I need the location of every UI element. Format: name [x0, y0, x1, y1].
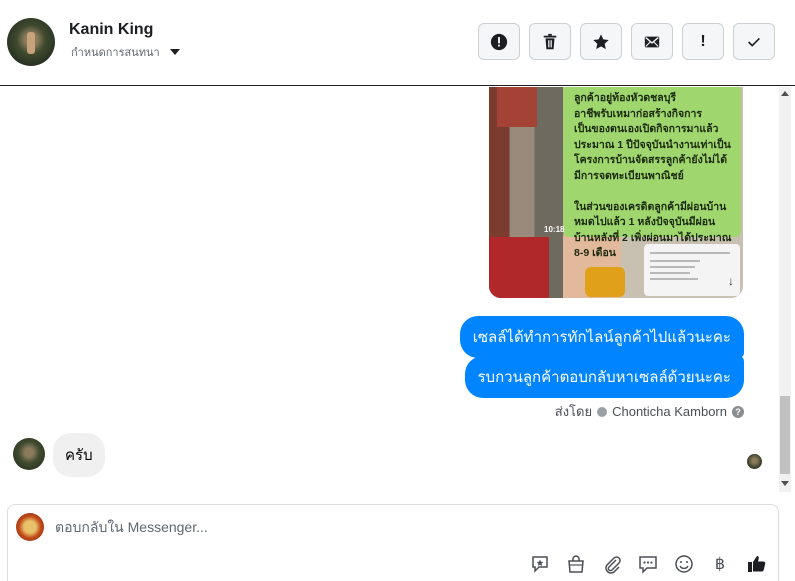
image-detail	[489, 237, 549, 298]
arrow-down-icon: ↓	[728, 274, 734, 288]
mark-spam-button[interactable]	[478, 23, 520, 60]
trash-icon	[543, 33, 557, 49]
payment-button[interactable]: ฿	[709, 553, 731, 575]
image-card-line	[650, 266, 695, 268]
sender-name[interactable]: Chonticha Kamborn	[612, 404, 727, 419]
alert-circle-icon	[490, 33, 508, 50]
page-avatar	[16, 513, 44, 541]
image-detail	[497, 87, 537, 127]
caret-down-icon	[169, 49, 180, 55]
attach-button[interactable]	[601, 553, 623, 575]
follow-up-button[interactable]: !	[682, 23, 724, 60]
image-detail	[585, 267, 625, 297]
image-attachment[interactable]: ลูกค้าอยู่ท้องหัวดชลบุรี อาชีพรับเหมาก่อ…	[489, 87, 743, 298]
baht-icon: ฿	[714, 556, 726, 573]
saved-reply-icon	[532, 556, 548, 573]
scroll-thumb[interactable]	[780, 396, 790, 474]
mail-icon	[644, 36, 660, 47]
outgoing-message[interactable]: เซลล์ได้ทำการทักไลน์ลูกค้าไปแล้วนะคะ	[459, 316, 744, 358]
reply-input[interactable]	[55, 519, 655, 535]
scroll-up-arrow-icon[interactable]	[781, 91, 789, 96]
star-icon	[593, 33, 609, 49]
image-card-line	[650, 278, 698, 280]
conversation-label-dropdown[interactable]: กำหนดการสนทนา	[71, 43, 180, 61]
message-thread[interactable]: ลูกค้าอยู่ท้องหัวดชลบุรี อาชีพรับเหมาก่อ…	[0, 87, 795, 492]
conversation-header: Kanin King กำหนดการสนทนา !	[0, 0, 795, 86]
conversation-label-text: กำหนดการสนทนา	[71, 47, 160, 59]
exclamation-icon: !	[700, 32, 706, 50]
image-card-line	[650, 272, 690, 274]
incoming-message[interactable]: ครับ	[53, 433, 105, 477]
message-template-button[interactable]	[637, 553, 659, 575]
composer-toolbar: ฿	[529, 552, 769, 576]
saved-reply-button[interactable]	[529, 553, 551, 575]
smiley-icon	[675, 555, 693, 573]
contact-avatar-small[interactable]	[13, 438, 45, 470]
emoji-button[interactable]	[673, 553, 695, 575]
checkmark-icon	[748, 37, 760, 47]
image-card-line	[650, 260, 700, 262]
image-card-line	[650, 252, 730, 254]
scroll-down-arrow-icon[interactable]	[781, 481, 789, 486]
sent-by-prefix: ส่งโดย	[554, 404, 593, 419]
star-button[interactable]	[580, 23, 622, 60]
paperclip-icon	[605, 556, 621, 574]
image-timestamp: 10:18	[544, 225, 565, 234]
image-link-card: ↓	[644, 244, 740, 296]
verified-icon	[597, 406, 608, 417]
mark-unread-button[interactable]	[631, 23, 673, 60]
shop-button[interactable]	[565, 553, 587, 575]
mark-done-button[interactable]	[733, 23, 775, 60]
image-chat-text: ลูกค้าอยู่ท้องหัวดชลบุรี อาชีพรับเหมาก่อ…	[574, 92, 732, 259]
contact-avatar[interactable]	[7, 18, 55, 66]
seen-indicator-avatar	[747, 454, 762, 469]
help-icon[interactable]: ?	[732, 405, 744, 418]
delete-button[interactable]	[529, 23, 571, 60]
shopping-bag-icon	[568, 555, 584, 573]
sent-by-info: ส่งโดย Chonticha Kamborn ?	[555, 401, 744, 422]
contact-name[interactable]: Kanin King	[69, 21, 153, 39]
thumbs-up-icon	[748, 556, 766, 572]
outgoing-message[interactable]: รบกวนลูกค้าตอบกลับหาเซลล์ด้วยนะคะ	[464, 356, 744, 398]
conversation-toolbar: !	[478, 23, 775, 60]
reply-composer: ฿	[7, 504, 779, 581]
thread-scrollbar[interactable]	[779, 87, 791, 492]
chat-dots-icon	[639, 556, 657, 574]
like-button[interactable]	[745, 552, 769, 576]
